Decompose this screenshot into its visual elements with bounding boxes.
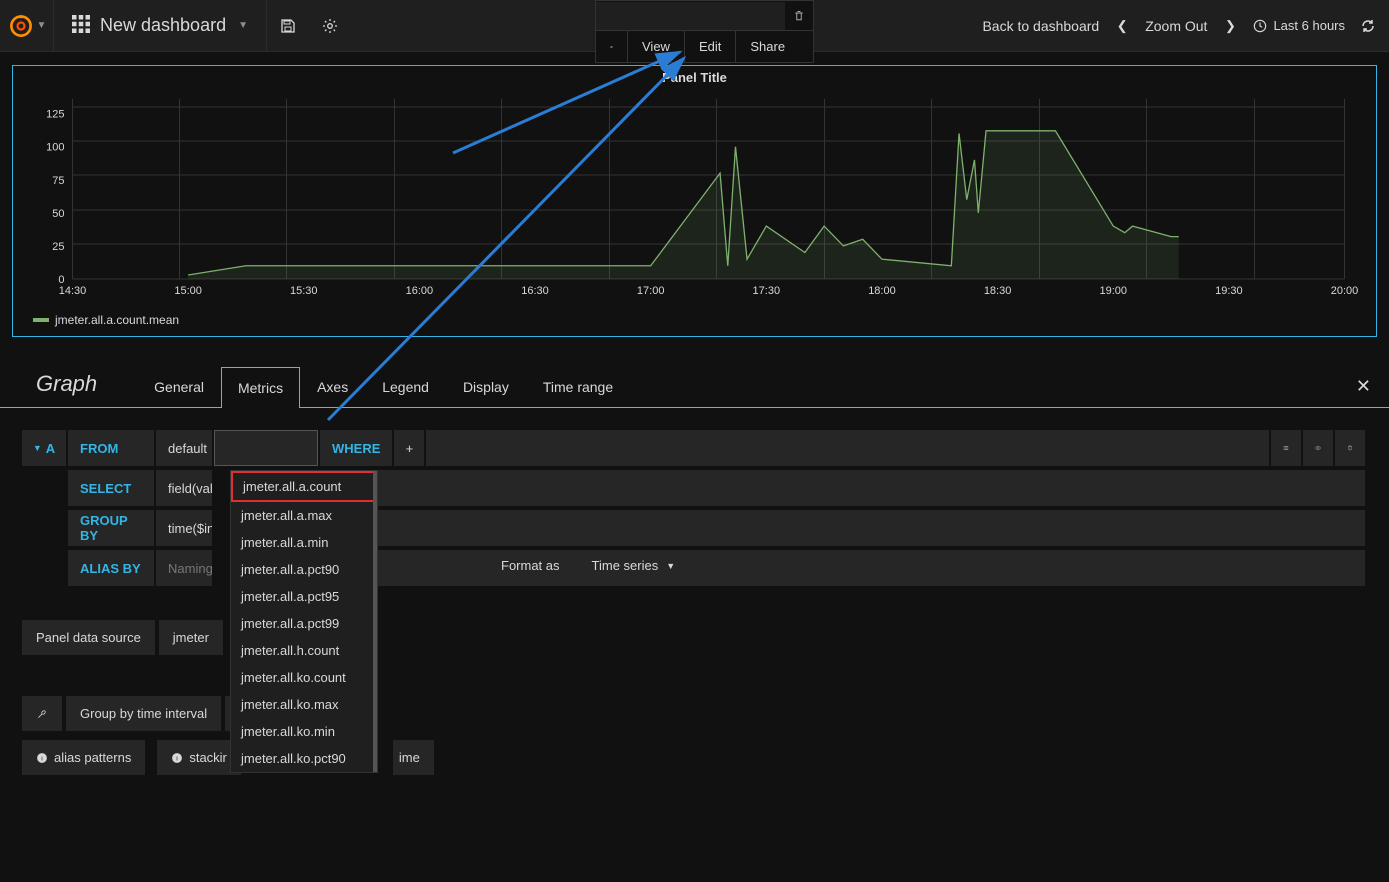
svg-text:50: 50 xyxy=(52,208,64,220)
panel-menu: View Edit Share xyxy=(595,0,814,63)
dashboard-title: New dashboard xyxy=(100,15,226,36)
panel-menu-edit[interactable]: Edit xyxy=(685,31,736,62)
format-as-label: Format as xyxy=(487,550,574,581)
time-range-label: Last 6 hours xyxy=(1273,18,1345,33)
measurement-option[interactable]: jmeter.all.h.count xyxy=(231,637,377,664)
wrench-icon[interactable] xyxy=(22,696,62,731)
time-picker[interactable]: Last 6 hours xyxy=(1245,18,1353,33)
tab-time-range[interactable]: Time range xyxy=(526,366,630,407)
query-alias-input[interactable]: Naming xyxy=(156,550,212,586)
chart-area[interactable]: 0255075100125 14:3015:0015:3016:0016:301… xyxy=(13,89,1376,309)
svg-text:19:00: 19:00 xyxy=(1099,285,1127,297)
dashboard-icon xyxy=(72,15,90,36)
query-row-toggle-visibility[interactable] xyxy=(1303,430,1333,466)
query-aliasby-keyword[interactable]: ALIAS BY xyxy=(68,550,154,586)
panel-menu-share[interactable]: Share xyxy=(736,31,799,62)
svg-text:16:00: 16:00 xyxy=(406,285,434,297)
tab-legend[interactable]: Legend xyxy=(365,366,446,407)
measurement-option[interactable]: jmeter.all.ko.min xyxy=(231,718,377,745)
query-measurement-input[interactable] xyxy=(214,430,318,466)
chevron-left-icon[interactable]: ❮ xyxy=(1113,18,1131,34)
svg-text:14:30: 14:30 xyxy=(59,285,87,297)
legend: jmeter.all.a.count.mean xyxy=(13,309,1376,331)
time-help-fragment[interactable]: ime xyxy=(393,740,434,775)
panel-delete-button[interactable] xyxy=(785,10,813,22)
grafana-logo[interactable]: ▼ xyxy=(0,0,54,52)
refresh-button[interactable] xyxy=(1359,18,1377,34)
query-groupby-value[interactable]: time($inte xyxy=(156,510,212,546)
panel-datasource-label: Panel data source xyxy=(22,620,155,655)
query-editor: ▼A FROM default WHERE + SELECT field(val… xyxy=(22,430,1367,590)
legend-swatch xyxy=(33,318,49,322)
panel-menu-search-input[interactable] xyxy=(596,2,785,30)
measurement-option[interactable]: jmeter.all.ko.pct90 xyxy=(231,745,377,772)
panel-menu-toggle-icon[interactable] xyxy=(596,31,628,62)
query-where-keyword[interactable]: WHERE xyxy=(320,430,392,466)
svg-text:20:00: 20:00 xyxy=(1331,285,1359,297)
query-row-menu-button[interactable] xyxy=(1271,430,1301,466)
panel-datasource-select[interactable]: jmeter xyxy=(159,620,223,655)
svg-text:18:30: 18:30 xyxy=(984,285,1012,297)
chevron-down-icon: ▼ xyxy=(238,20,248,31)
close-editor-button[interactable]: ✕ xyxy=(1356,376,1371,407)
measurement-option[interactable]: jmeter.all.a.count xyxy=(231,471,377,502)
svg-text:125: 125 xyxy=(46,109,64,121)
navbar-right: Back to dashboard ❮ Zoom Out ❯ Last 6 ho… xyxy=(974,0,1389,52)
editor-tabs: Graph GeneralMetricsAxesLegendDisplayTim… xyxy=(0,364,1389,408)
query-row-toggle[interactable]: ▼A xyxy=(22,430,66,466)
alias-patterns-help[interactable]: ialias patterns xyxy=(22,740,145,775)
query-from-keyword[interactable]: FROM xyxy=(68,430,154,466)
measurement-option[interactable]: jmeter.all.a.pct90 xyxy=(231,556,377,583)
tab-general[interactable]: General xyxy=(137,366,221,407)
measurement-option[interactable]: jmeter.all.ko.max xyxy=(231,691,377,718)
measurement-option[interactable]: jmeter.all.a.pct99 xyxy=(231,610,377,637)
clock-icon xyxy=(1253,19,1267,33)
svg-text:16:30: 16:30 xyxy=(521,285,549,297)
measurement-dropdown: jmeter.all.a.countjmeter.all.a.maxjmeter… xyxy=(230,470,378,773)
svg-text:15:00: 15:00 xyxy=(174,285,202,297)
svg-text:18:00: 18:00 xyxy=(868,285,896,297)
query-groupby-keyword[interactable]: GROUP BY xyxy=(68,510,154,546)
save-button[interactable] xyxy=(267,0,309,52)
svg-text:17:00: 17:00 xyxy=(637,285,665,297)
tab-axes[interactable]: Axes xyxy=(300,366,365,407)
format-as-row: Format as Time series ▼ xyxy=(487,550,689,581)
panel-type-label: Graph xyxy=(36,371,97,407)
group-by-time-interval[interactable]: Group by time interval xyxy=(66,696,221,731)
svg-text:100: 100 xyxy=(46,142,64,154)
svg-text:17:30: 17:30 xyxy=(753,285,781,297)
query-row-fill xyxy=(426,430,1269,466)
tab-metrics[interactable]: Metrics xyxy=(221,367,300,408)
query-where-add-button[interactable]: + xyxy=(394,430,424,466)
svg-text:19:30: 19:30 xyxy=(1215,285,1243,297)
query-row-delete-button[interactable] xyxy=(1335,430,1365,466)
measurement-option[interactable]: jmeter.all.ko.count xyxy=(231,664,377,691)
legend-label[interactable]: jmeter.all.a.count.mean xyxy=(55,313,179,327)
svg-text:15:30: 15:30 xyxy=(290,285,318,297)
panel-title[interactable]: Panel Title xyxy=(13,66,1376,89)
svg-text:25: 25 xyxy=(52,241,64,253)
format-as-select[interactable]: Time series ▼ xyxy=(578,550,690,581)
chevron-down-icon: ▼ xyxy=(666,561,675,571)
chevron-down-icon: ▼ xyxy=(37,20,47,31)
svg-text:75: 75 xyxy=(52,175,64,187)
graph-panel: Panel Title 0255075100125 14:3015:0015:3… xyxy=(12,65,1377,337)
measurement-option[interactable]: jmeter.all.a.pct95 xyxy=(231,583,377,610)
query-retention-policy[interactable]: default xyxy=(156,430,212,466)
measurement-option[interactable]: jmeter.all.a.max xyxy=(231,502,377,529)
tab-display[interactable]: Display xyxy=(446,366,526,407)
settings-button[interactable] xyxy=(309,0,351,52)
measurement-option[interactable]: jmeter.all.a.min xyxy=(231,529,377,556)
stacking-help[interactable]: istackir xyxy=(157,740,241,775)
dashboard-title-block[interactable]: New dashboard ▼ xyxy=(54,0,267,52)
chevron-right-icon[interactable]: ❯ xyxy=(1221,18,1239,34)
panel-menu-view[interactable]: View xyxy=(628,31,685,62)
query-select-field[interactable]: field(valu xyxy=(156,470,212,506)
zoom-out-link[interactable]: Zoom Out xyxy=(1137,18,1215,34)
back-to-dashboard-link[interactable]: Back to dashboard xyxy=(974,18,1107,34)
query-select-keyword[interactable]: SELECT xyxy=(68,470,154,506)
